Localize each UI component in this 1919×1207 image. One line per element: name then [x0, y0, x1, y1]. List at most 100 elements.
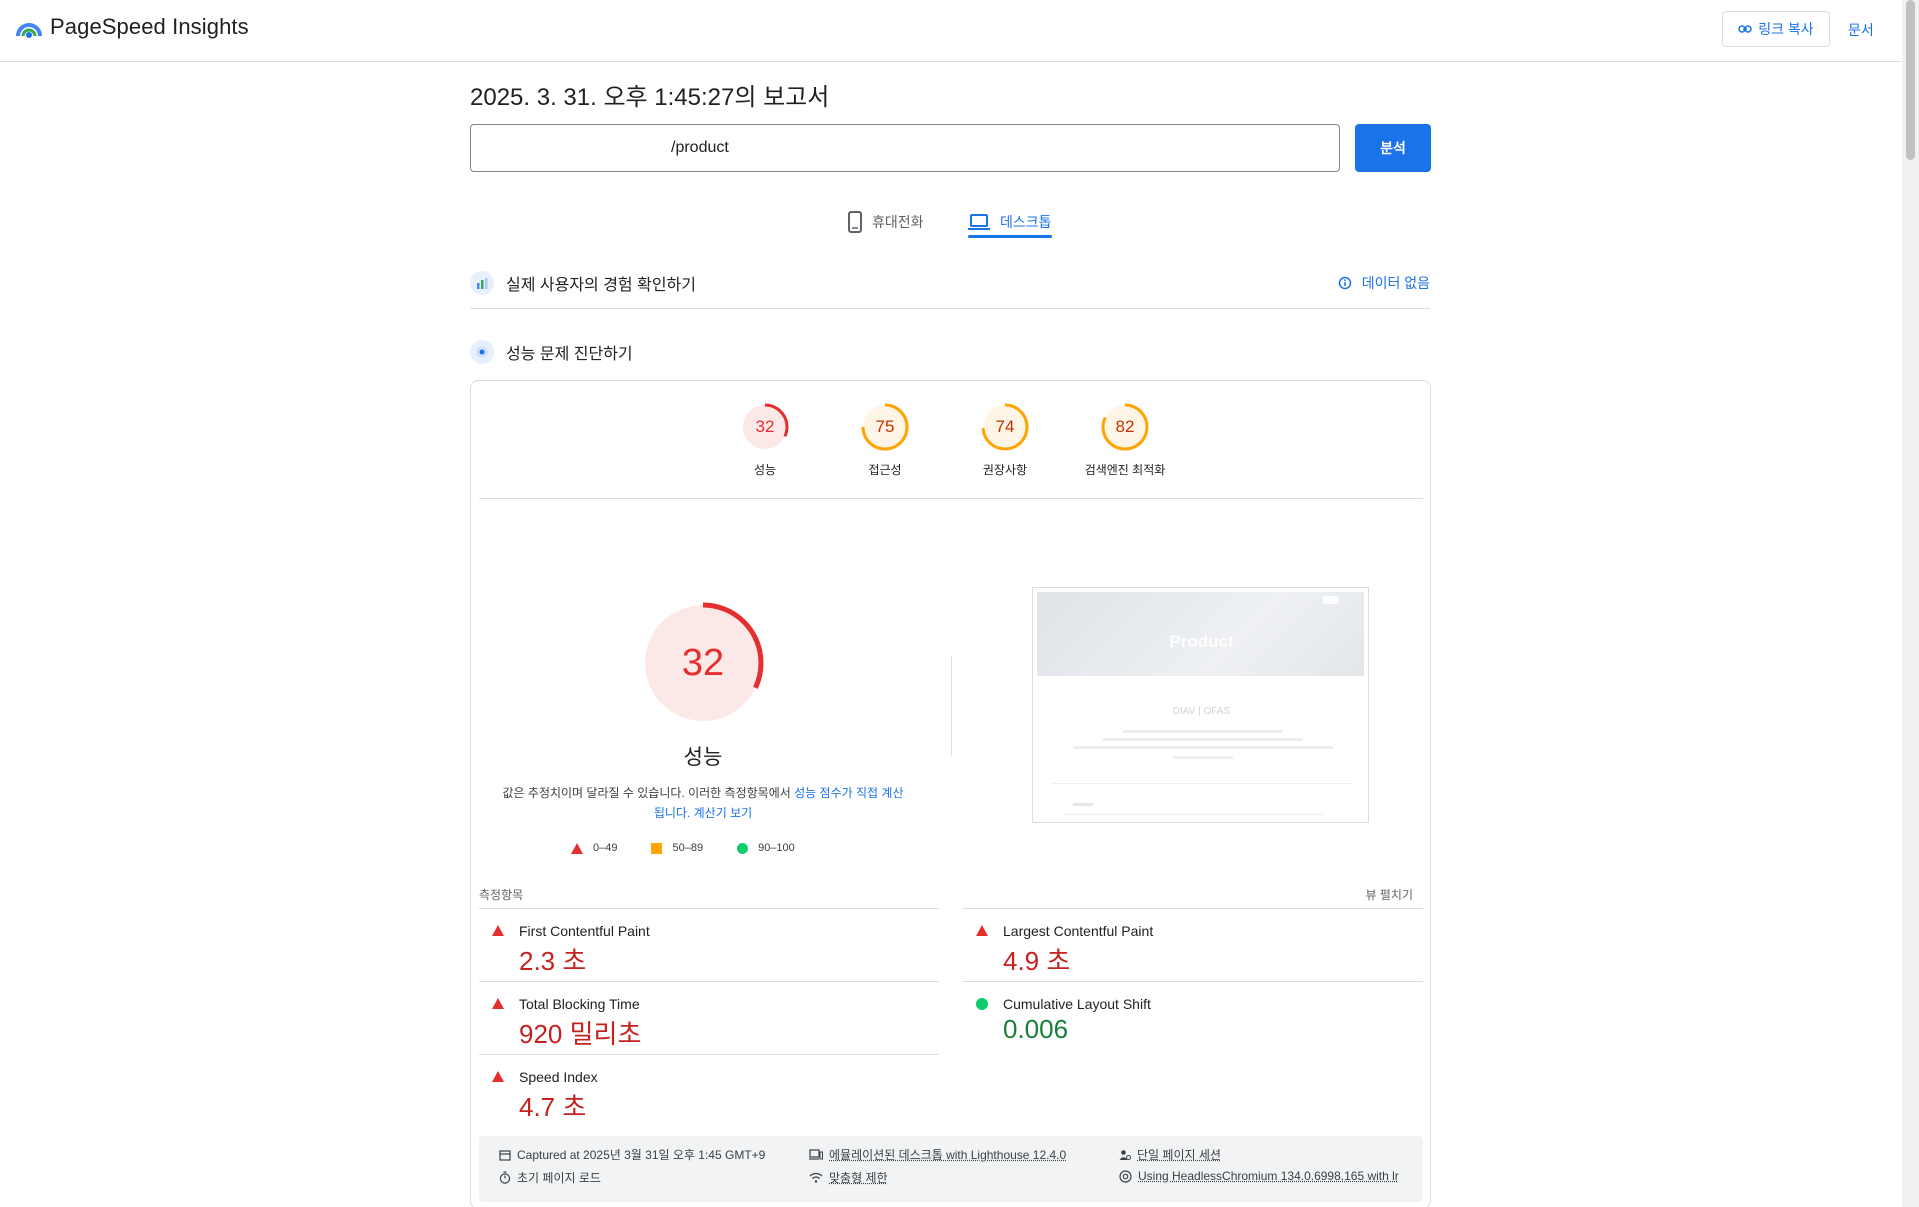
- screenshot-nav-dot: [1323, 596, 1339, 604]
- crux-title: 실제 사용자의 경험 확인하기: [506, 271, 696, 295]
- legend-average: 50–89: [651, 842, 703, 854]
- gauge-seo[interactable]: 82 검색엔진 최적화: [1101, 403, 1149, 478]
- scrollbar[interactable]: [1902, 0, 1919, 1207]
- captured-text: Captured at 2025년 3월 31일 오후 1:45 GMT+9: [517, 1146, 765, 1163]
- gauge-performance[interactable]: 32 성능: [741, 403, 789, 478]
- timer-icon: [499, 1171, 511, 1184]
- emulated-device[interactable]: 에뮬레이션된 데스크톱 with Lighthouse 12.4.0: [809, 1146, 1066, 1163]
- metric-fcp: First Contentful Paint 2.3 초: [479, 908, 939, 981]
- gauge-best-practices[interactable]: 74 권장사항: [981, 403, 1029, 478]
- disclaimer-text: 값은 추정치이며 달라질 수 있습니다. 이러한 측정항목에서: [502, 786, 794, 800]
- performance-label: 성능: [471, 741, 935, 771]
- users-chart-icon: [470, 271, 494, 295]
- initial-load: 초기 페이지 로드: [499, 1169, 601, 1186]
- report-title: 2025. 3. 31. 오후 1:45:27의 보고서: [470, 77, 829, 112]
- screenshot-text-line: [1073, 746, 1333, 749]
- emulated-text: 에뮬레이션된 데스크톱 with Lighthouse 12.4.0: [829, 1146, 1066, 1163]
- laptop-icon: [968, 214, 990, 230]
- tab-desktop-label: 데스크톱: [1000, 212, 1052, 232]
- throttling-text: 맞춤형 제한: [829, 1169, 888, 1186]
- gauge-label: 접근성: [868, 461, 901, 478]
- metric-name: First Contentful Paint: [519, 923, 650, 939]
- wifi-icon: [809, 1172, 823, 1183]
- expand-view-toggle[interactable]: 뷰 펼치기: [1366, 886, 1414, 903]
- gauge-label: 검색엔진 최적화: [1085, 461, 1166, 478]
- gauge-ring: 32: [741, 403, 789, 451]
- copy-link-button[interactable]: 링크 복사: [1722, 11, 1830, 47]
- screenshot-text-line: [1123, 730, 1283, 733]
- metric-name: Speed Index: [519, 1069, 598, 1085]
- gauge-label: 권장사항: [983, 461, 1027, 478]
- scrollbar-thumb[interactable]: [1906, 0, 1915, 160]
- metric-value: 0.006: [1003, 1014, 1068, 1045]
- gauge-label: 성능: [754, 461, 776, 478]
- gauge-score: 74: [981, 403, 1029, 451]
- copy-link-label: 링크 복사: [1758, 19, 1813, 39]
- tab-mobile[interactable]: 휴대전화: [848, 202, 924, 242]
- device-tabs: 휴대전화 데스크톱: [470, 202, 1430, 242]
- score-disclaimer: 값은 추정치이며 달라질 수 있습니다. 이러한 측정항목에서 성능 점수가 직…: [501, 783, 905, 823]
- legend-range: 0–49: [593, 842, 617, 854]
- initial-load-text: 초기 페이지 로드: [517, 1169, 601, 1186]
- chrome-icon: [1119, 1170, 1132, 1183]
- person-icon: [1119, 1149, 1131, 1161]
- metric-value: 2.3 초: [519, 941, 586, 978]
- docs-link[interactable]: 문서: [1848, 20, 1874, 40]
- gauge-ring: 82: [1101, 403, 1149, 451]
- metric-value: 4.9 초: [1003, 941, 1070, 978]
- pagespeed-logo-icon: [16, 16, 42, 38]
- legend-pass: 90–100: [737, 842, 795, 854]
- circle-icon: [737, 843, 748, 854]
- category-gauges: 32 성능 75 접근성 74 권장사항 82 검색엔진 최적화: [741, 403, 1149, 478]
- diagnose-title: 성능 문제 진단하기: [506, 340, 633, 364]
- lighthouse-report-card: 32 성능 75 접근성 74 권장사항 82 검색엔진 최적화 32 성능 값…: [470, 380, 1431, 1207]
- no-data-label: 데이터 없음: [1362, 273, 1430, 293]
- app-name: PageSpeed Insights: [50, 14, 249, 40]
- session-text: 단일 페이지 세션: [1137, 1146, 1221, 1163]
- legend-fail: 0–49: [571, 842, 617, 854]
- tab-mobile-label: 휴대전화: [872, 212, 924, 232]
- circle-icon: [976, 998, 988, 1010]
- analyze-button[interactable]: 분석: [1355, 124, 1431, 172]
- metric-value: 4.7 초: [519, 1087, 586, 1124]
- screenshot-rule: [1063, 814, 1323, 815]
- lighthouse-icon: [470, 340, 494, 364]
- performance-score: 32: [641, 601, 765, 725]
- runtime-info: Captured at 2025년 3월 31일 오후 1:45 GMT+9 초…: [479, 1136, 1423, 1202]
- square-icon: [651, 843, 662, 854]
- calculator-link[interactable]: 계산기 보기: [694, 806, 753, 820]
- vertical-divider: [951, 656, 952, 756]
- no-data-status[interactable]: 데이터 없음: [1338, 273, 1430, 293]
- diagnose-section-header: 성능 문제 진단하기: [470, 332, 1430, 372]
- metric-si: Speed Index 4.7 초: [479, 1054, 939, 1127]
- calendar-icon: [499, 1149, 511, 1161]
- devices-icon: [809, 1149, 823, 1160]
- gauge-ring: 75: [861, 403, 909, 451]
- info-icon: [1338, 276, 1352, 290]
- screenshot-hero-text: Product: [1033, 632, 1369, 652]
- metric-name: Largest Contentful Paint: [1003, 923, 1153, 939]
- gauge-score: 82: [1101, 403, 1149, 451]
- metrics-heading: 측정항목: [479, 886, 523, 903]
- throttling[interactable]: 맞춤형 제한: [809, 1169, 888, 1186]
- crux-section-header[interactable]: 실제 사용자의 경험 확인하기 데이터 없음: [470, 257, 1430, 309]
- metric-lcp: Largest Contentful Paint 4.9 초: [963, 908, 1423, 981]
- triangle-icon: [571, 843, 583, 854]
- browser-version[interactable]: Using HeadlessChromium 134.0.6998.165 wi…: [1119, 1169, 1399, 1183]
- gauge-score: 75: [861, 403, 909, 451]
- triangle-icon: [492, 925, 504, 936]
- app-logo[interactable]: PageSpeed Insights: [16, 14, 249, 40]
- triangle-icon: [976, 925, 988, 936]
- score-legend: 0–49 50–89 90–100: [571, 842, 795, 854]
- smartphone-icon: [848, 211, 862, 233]
- performance-gauge-large: 32: [641, 601, 765, 725]
- gauge-accessibility[interactable]: 75 접근성: [861, 403, 909, 478]
- final-screenshot[interactable]: Product DIAV | OFAS: [1032, 587, 1369, 823]
- screenshot-text-line: [1073, 803, 1093, 806]
- browser-text: Using HeadlessChromium 134.0.6998.165 wi…: [1138, 1169, 1399, 1183]
- divider: [479, 498, 1423, 499]
- session-type[interactable]: 단일 페이지 세션: [1119, 1146, 1221, 1163]
- triangle-icon: [492, 1071, 504, 1082]
- url-input[interactable]: [470, 124, 1340, 172]
- screenshot-text-line: [1173, 756, 1233, 759]
